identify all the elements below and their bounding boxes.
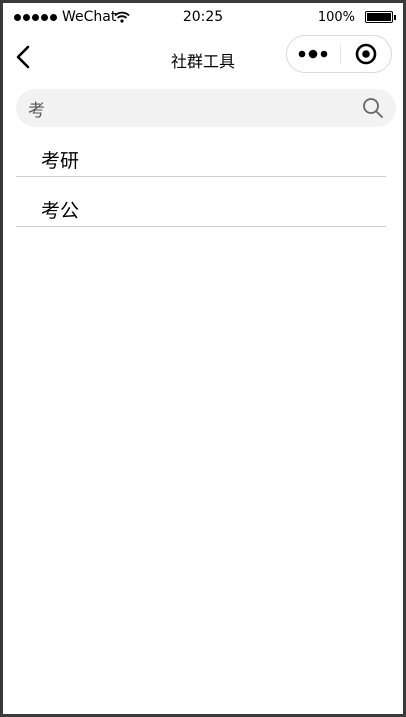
phone-screen: WeChat 20:25 100% 社群工具 考 考研 考公 bbox=[3, 3, 403, 714]
battery-tip bbox=[394, 15, 396, 20]
search-input[interactable] bbox=[28, 89, 338, 127]
search-bar bbox=[16, 89, 396, 127]
list-item-label: 考公 bbox=[41, 200, 80, 222]
battery-percent: 100% bbox=[317, 10, 355, 25]
menu-capsule bbox=[286, 35, 392, 73]
status-bar: WeChat 20:25 100% bbox=[3, 3, 403, 33]
list-item[interactable]: 考研 bbox=[16, 127, 386, 177]
capsule-divider bbox=[340, 45, 341, 64]
list-item[interactable]: 考公 bbox=[16, 177, 386, 227]
list-item-label: 考研 bbox=[41, 150, 80, 172]
search-results-list: 考研 考公 bbox=[16, 127, 386, 227]
battery-icon bbox=[365, 11, 393, 23]
nav-bar: 社群工具 bbox=[3, 33, 403, 81]
target-close-icon[interactable] bbox=[355, 43, 377, 65]
search-icon[interactable] bbox=[362, 97, 384, 119]
more-dots-icon[interactable] bbox=[297, 47, 329, 61]
